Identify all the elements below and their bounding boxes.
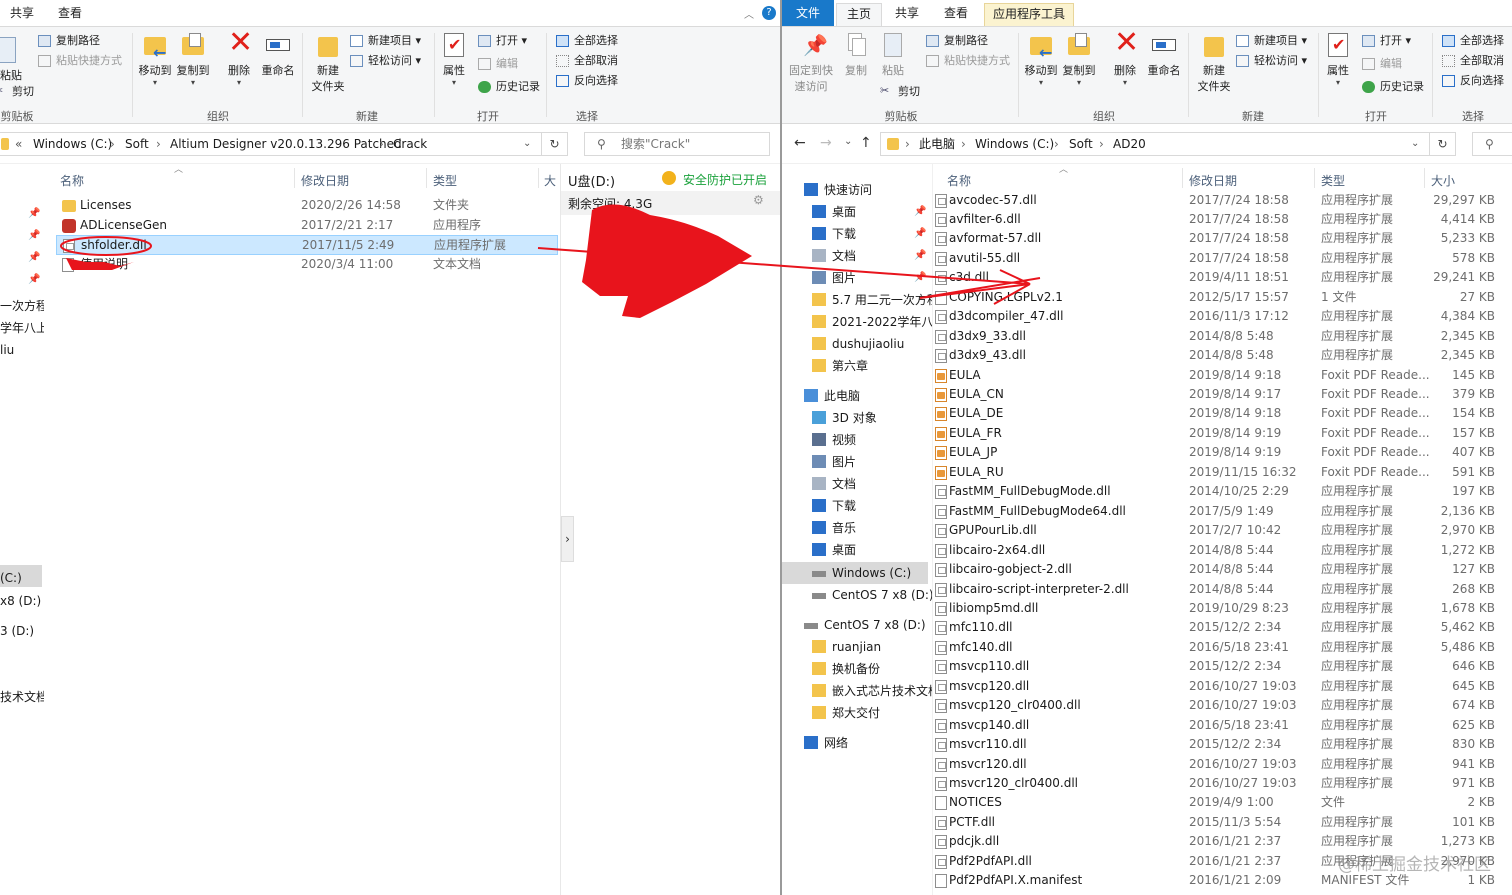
- annotation-big-arrow: [582, 204, 752, 318]
- annotation-scribble: [66, 258, 134, 270]
- desktop: { "left": { "tabs": {"share": "共享", "vie…: [0, 0, 1512, 895]
- annotation-overlay: [60, 204, 1041, 318]
- watermark: @稀土掘金技术社区: [1338, 855, 1491, 875]
- annotation-circle: [60, 236, 152, 256]
